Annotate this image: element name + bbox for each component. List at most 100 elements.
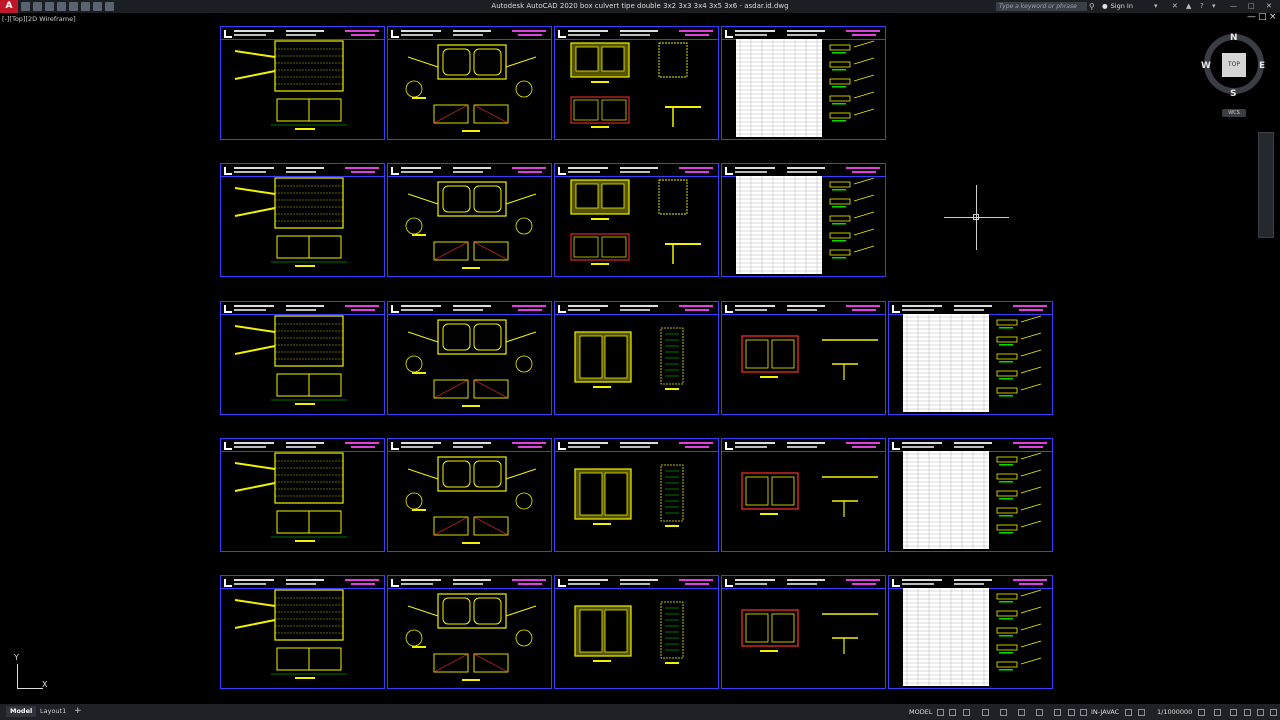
customization-icon[interactable] [1270, 709, 1277, 716]
drawing-sheet-reinforcement[interactable] [721, 301, 886, 415]
undo-icon[interactable] [81, 2, 90, 11]
drawing-minimize-icon[interactable]: — [1247, 12, 1256, 22]
dropdown-icon[interactable]: ▾ [1154, 2, 1158, 10]
ortho-icon[interactable] [963, 709, 970, 716]
sheet-drawing [234, 589, 347, 679]
drawing-sheet-plan[interactable] [220, 26, 385, 140]
autocad-app-store-icon[interactable]: ▲ [1186, 2, 1191, 10]
drawing-sheet-table[interactable] [888, 301, 1053, 415]
isolate-objects-icon[interactable] [1230, 709, 1237, 716]
model-space-toggle[interactable]: MODEL [909, 708, 932, 716]
ucs-x-label: X [42, 680, 48, 689]
window-title: Autodesk AutoCAD 2020 box culvert tipe d… [491, 2, 789, 10]
annotation-monitor-icon[interactable] [1214, 709, 1221, 716]
hardware-acceleration-icon[interactable] [1244, 709, 1251, 716]
drawing-sheet-table[interactable] [888, 438, 1053, 552]
sheet-drawing [736, 39, 875, 137]
keyword-search-input[interactable]: Type a keyword or phrase [996, 2, 1087, 11]
sheet-drawing [405, 319, 537, 407]
new-icon[interactable] [21, 2, 30, 11]
drawing-sheet-section[interactable] [387, 575, 552, 689]
sheet-drawing [574, 327, 684, 390]
sheet-drawing [903, 588, 1042, 686]
viewcube-top-face[interactable]: TOP [1222, 53, 1246, 77]
sheet-drawing [234, 177, 347, 267]
drawing-sheet-section[interactable] [387, 301, 552, 415]
sheet-drawing [903, 314, 1042, 412]
saveas-icon[interactable] [57, 2, 66, 11]
viewport-controls-label[interactable]: [-][Top][2D Wireframe] [2, 15, 76, 23]
compass-south[interactable]: S [1230, 89, 1236, 99]
selection-cycling-icon[interactable] [1054, 709, 1061, 716]
tab-layout1[interactable]: Layout1 [36, 706, 70, 717]
drawing-sheet-section[interactable] [387, 438, 552, 552]
annotation-scale[interactable]: 1/1000000 [1157, 708, 1192, 716]
drawing-sheet-plan[interactable] [220, 438, 385, 552]
drawing-sheet-table[interactable] [888, 575, 1053, 689]
title-bar: A Autodesk AutoCAD 2020 box culvert tipe… [0, 0, 1280, 13]
sheet-drawing [736, 176, 875, 274]
drawing-sheet-box[interactable] [554, 575, 719, 689]
drawing-sheet-plan[interactable] [220, 301, 385, 415]
close-icon[interactable]: ✕ [1266, 2, 1272, 10]
sheet-drawing [574, 601, 684, 664]
drawing-sheet-section[interactable] [387, 26, 552, 140]
sheet-drawing [741, 472, 878, 517]
sheet-drawing [741, 609, 878, 654]
transparency-icon[interactable] [1036, 709, 1043, 716]
sheet-drawing [234, 452, 347, 542]
sign-in-button[interactable]: ● Sign In [1102, 2, 1133, 10]
drawing-restore-icon[interactable]: □ [1258, 12, 1267, 22]
status-bar: Model Layout1 + MODEL IN-JAVAC 1/1000000 [0, 704, 1280, 720]
drawing-sheet-reinforcement[interactable] [721, 438, 886, 552]
search-icon[interactable]: ⚲ [1089, 2, 1095, 11]
save-icon[interactable] [45, 2, 54, 11]
coordinate-system-icon[interactable] [1080, 709, 1087, 716]
ucs-y-axis [17, 664, 18, 688]
compass-east[interactable]: E [1259, 61, 1265, 71]
annotation-icon[interactable] [1068, 709, 1075, 716]
osnap-icon[interactable] [1000, 709, 1007, 716]
minimize-icon[interactable]: — [1230, 2, 1237, 10]
sheet-drawing [570, 42, 701, 128]
autocad-app-icon[interactable]: A [0, 0, 18, 13]
restore-icon[interactable]: □ [1248, 2, 1255, 10]
compass-west[interactable]: W [1201, 61, 1211, 71]
sheet-drawing [574, 464, 684, 527]
drawing-sheet-reinforcement[interactable] [554, 26, 719, 140]
open-icon[interactable] [33, 2, 42, 11]
quick-properties-icon[interactable] [1125, 709, 1132, 716]
units-indicator[interactable]: IN-JAVAC [1091, 708, 1119, 716]
drawing-sheet-box[interactable] [554, 301, 719, 415]
sheet-drawing [903, 451, 1042, 549]
drawing-sheet-section[interactable] [387, 163, 552, 277]
polar-icon[interactable] [982, 709, 989, 716]
navigation-bar[interactable] [1258, 132, 1274, 238]
drawing-sheet-table[interactable] [721, 26, 886, 140]
tab-model[interactable]: Model [6, 706, 37, 717]
drawing-sheet-box[interactable] [554, 438, 719, 552]
ucs-y-label: Y [14, 653, 19, 662]
print-icon[interactable] [69, 2, 78, 11]
drawing-sheet-reinforcement[interactable] [554, 163, 719, 277]
compass-north[interactable]: N [1230, 33, 1238, 43]
help-icon[interactable]: ? [1200, 2, 1204, 10]
wcs-menu[interactable]: WCS [1222, 109, 1246, 117]
drawing-sheet-reinforcement[interactable] [721, 575, 886, 689]
workspace-gear-icon[interactable] [1198, 709, 1205, 716]
grid-icon[interactable] [937, 709, 944, 716]
drawing-sheet-table[interactable] [721, 163, 886, 277]
exchange-icon[interactable]: ✕ [1172, 2, 1178, 10]
help-dropdown-icon[interactable]: ▾ [1212, 2, 1216, 10]
share-icon[interactable] [105, 2, 114, 11]
clean-screen-icon[interactable] [1257, 709, 1264, 716]
drawing-close-icon[interactable]: × [1269, 12, 1277, 22]
redo-icon[interactable] [93, 2, 102, 11]
add-layout-button[interactable]: + [70, 706, 86, 717]
snap-icon[interactable] [949, 709, 956, 716]
lineweight-icon[interactable] [1018, 709, 1025, 716]
annotation-scale-icon[interactable] [1138, 709, 1145, 716]
drawing-sheet-plan[interactable] [220, 575, 385, 689]
drawing-sheet-plan[interactable] [220, 163, 385, 277]
sheet-drawing [570, 179, 701, 265]
